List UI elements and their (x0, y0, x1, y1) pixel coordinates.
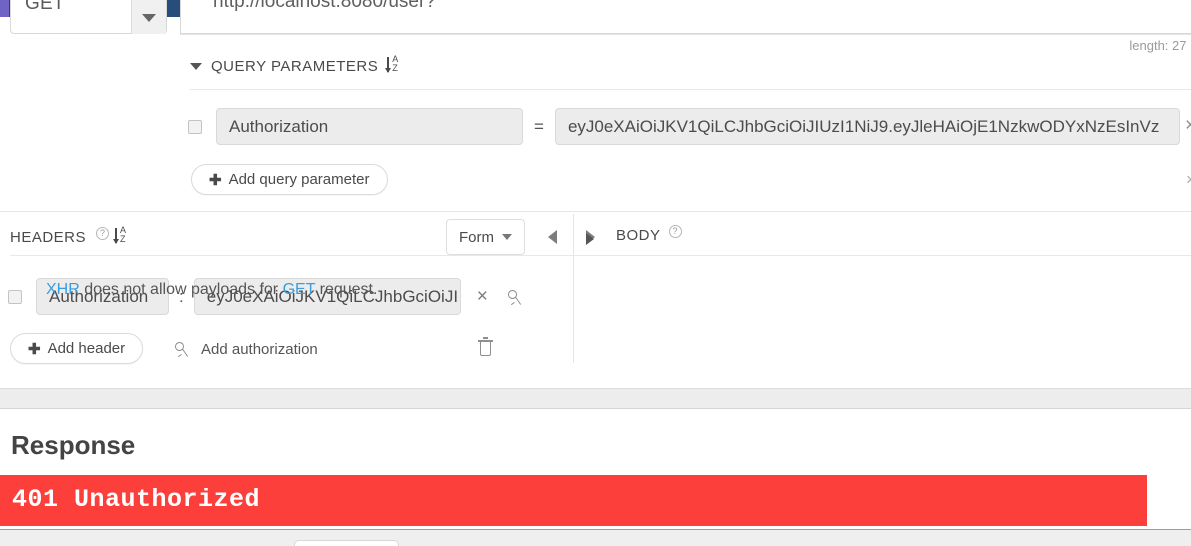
query-parameter-secondary-remove-icon[interactable]: × (1186, 170, 1191, 190)
http-method-label: GET (25, 0, 65, 14)
response-tabs-bar (0, 529, 1191, 546)
question-mark-icon[interactable]: ? (668, 225, 682, 238)
sort-alpha-asc-icon[interactable]: AZ (384, 54, 405, 76)
body-header: BODY ? (616, 225, 682, 244)
request-url-value: http://localhost:8080/user? (213, 0, 436, 12)
url-divider (180, 34, 1191, 35)
triangle-down-icon[interactable] (190, 62, 202, 70)
body-title: BODY (616, 227, 661, 244)
chevron-down-icon (502, 234, 512, 240)
request-url-input[interactable]: http://localhost:8080/user? (180, 0, 1191, 34)
query-parameter-row: Authorization = eyJ0eXAiOiJKV1QiLCJhbGci… (188, 108, 1180, 145)
headers-sort-alpha-asc-icon[interactable]: AZ (112, 225, 133, 247)
plus-icon: ✚ (209, 171, 222, 189)
query-parameters-divider (190, 89, 1191, 90)
add-authorization-button[interactable]: Add authorization (155, 340, 318, 358)
question-mark-icon[interactable]: ? (96, 226, 110, 240)
headers-header: HEADERS ? AZ (10, 225, 133, 247)
trash-icon[interactable] (478, 337, 493, 357)
header-left-accent (0, 0, 9, 17)
http-method-dropdown-button[interactable] (131, 0, 166, 34)
triangle-right-icon[interactable] (586, 233, 594, 245)
query-parameter-equals-sign: = (534, 116, 544, 136)
key-icon (173, 340, 193, 358)
body-message-post: request. (315, 281, 378, 298)
response-title: Response (11, 430, 136, 460)
query-parameter-value-input[interactable]: eyJ0eXAiOiJKV1QiLCJhbGciOiJIUzI1NiJ9.eyJ… (554, 108, 1180, 145)
header-key-icon[interactable] (506, 288, 526, 306)
body-divider (42, 255, 1191, 256)
plus-icon: ✚ (28, 340, 41, 358)
add-query-parameter-label: Add query parameter (228, 171, 370, 188)
headers-view-mode-label: Form (459, 228, 494, 246)
header-remove-icon[interactable]: × (477, 286, 488, 308)
http-client-window: GET http://localhost:8080/user? length: … (0, 0, 1191, 546)
url-length-note: length: 27 l (1129, 38, 1191, 53)
query-parameters-title: QUERY PARAMETERS (211, 57, 379, 75)
http-method-select[interactable]: GET (10, 0, 167, 34)
query-parameter-key-input[interactable]: Authorization (216, 108, 523, 145)
response-status-text: 401 Unauthorized (12, 485, 261, 514)
headers-title: HEADERS (10, 228, 87, 246)
add-query-parameter-button[interactable]: ✚ Add query parameter (191, 164, 388, 195)
pane-nav-prev-icon[interactable] (548, 230, 557, 244)
add-authorization-label: Add authorization (201, 340, 318, 358)
xhr-link[interactable]: XHR (46, 281, 80, 298)
query-parameter-enabled-checkbox[interactable] (188, 119, 202, 134)
response-status-banner: 401 Unauthorized (0, 475, 1147, 526)
chevron-down-icon (142, 13, 156, 22)
header-enabled-checkbox[interactable] (8, 289, 22, 304)
query-parameter-remove-icon[interactable]: × (1185, 116, 1191, 136)
body-pane: BODY ? (574, 212, 1191, 363)
headers-view-mode-button[interactable]: Form (446, 219, 525, 255)
body-message: XHR does not allow payloads for GET requ… (46, 281, 377, 299)
body-message-mid: does not allow payloads for (79, 281, 283, 298)
query-parameters-header[interactable]: QUERY PARAMETERS AZ (190, 54, 405, 76)
get-link[interactable]: GET (283, 281, 316, 298)
response-tab[interactable] (294, 540, 399, 546)
add-header-button[interactable]: ✚ Add header (10, 333, 144, 364)
section-separator-band (0, 388, 1191, 409)
add-header-label: Add header (47, 340, 126, 357)
